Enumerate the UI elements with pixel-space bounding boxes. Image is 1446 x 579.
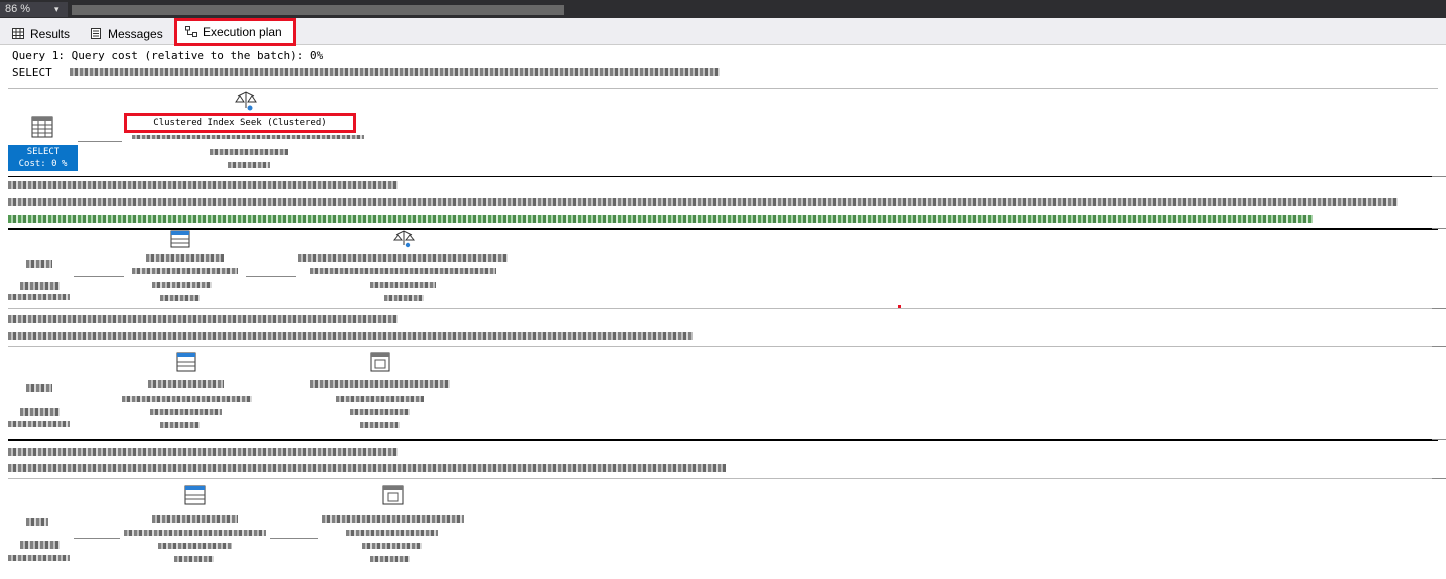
table-valued-function-icon bbox=[382, 485, 404, 505]
index-seek-icon bbox=[235, 91, 257, 111]
q2-table-insert-label-redacted bbox=[146, 254, 224, 262]
q4-insert-cost-redacted bbox=[8, 555, 70, 561]
scroll-mark bbox=[1432, 478, 1446, 479]
clustered-index-seek-node[interactable]: Clustered Index Seek (Clustered) bbox=[124, 113, 356, 133]
plan-connector bbox=[246, 276, 296, 277]
query4-separator bbox=[8, 439, 1438, 441]
table-valued-function-icon bbox=[370, 352, 390, 372]
query3-header-redacted bbox=[8, 315, 398, 323]
scroll-mark bbox=[1432, 228, 1446, 229]
query3-plan-separator bbox=[8, 346, 1438, 347]
q2-insert-label-redacted bbox=[26, 260, 52, 268]
q3-tvf-object-redacted bbox=[336, 396, 424, 402]
q3-table-insert-time-redacted bbox=[160, 422, 200, 428]
horizontal-scrollbar[interactable] bbox=[72, 5, 564, 15]
select-node[interactable]: SELECT Cost: 0 % bbox=[8, 145, 78, 171]
q4-insert-sub-redacted bbox=[20, 541, 60, 549]
plan-connector bbox=[74, 538, 120, 539]
q4-table-insert-cost-redacted bbox=[158, 543, 232, 549]
select-node-cost: Cost: 0 % bbox=[18, 159, 68, 169]
tab-execution-plan-label: Execution plan bbox=[203, 25, 282, 39]
query3-sql-redacted bbox=[8, 332, 693, 340]
plan-connector bbox=[78, 141, 122, 142]
q2-index-seek-time-redacted bbox=[384, 295, 424, 301]
scroll-mark bbox=[1432, 346, 1446, 347]
zoom-dropdown[interactable]: 86 % ▾ bbox=[0, 2, 68, 17]
query1-sql-prefix: SELECT bbox=[12, 66, 52, 79]
zoom-value: 86 % bbox=[5, 3, 31, 15]
tab-execution-plan[interactable]: Execution plan bbox=[174, 18, 296, 46]
query2-missing-index-redacted bbox=[8, 215, 1313, 223]
q3-tvf-label-redacted bbox=[310, 380, 450, 388]
q2-insert-cost-redacted bbox=[8, 294, 70, 300]
q4-tvf-time-redacted bbox=[370, 556, 410, 562]
q4-tvf-object-redacted bbox=[346, 530, 438, 536]
query4-header-redacted bbox=[8, 448, 398, 456]
scroll-mark bbox=[1432, 176, 1446, 177]
query2-separator bbox=[8, 176, 1438, 177]
q2-table-insert-object-redacted bbox=[132, 268, 238, 274]
q2-index-seek-label-redacted bbox=[298, 254, 508, 262]
q4-insert-label-redacted bbox=[26, 518, 48, 526]
q2-index-seek-cost-redacted bbox=[370, 282, 436, 288]
grid-icon bbox=[12, 28, 24, 39]
q3-insert-label-redacted bbox=[26, 384, 52, 392]
q3-table-insert-cost-redacted bbox=[150, 409, 222, 415]
tab-results-label: Results bbox=[30, 27, 71, 41]
table-insert-icon bbox=[184, 485, 206, 505]
seek-time-redacted bbox=[228, 162, 270, 168]
clustered-index-seek-label: Clustered Index Seek (Clustered) bbox=[153, 118, 327, 128]
q3-tvf-cost-redacted bbox=[350, 409, 410, 415]
q3-insert-cost-redacted bbox=[8, 421, 70, 427]
q4-table-insert-time-redacted bbox=[174, 556, 214, 562]
select-operator-icon bbox=[31, 116, 53, 138]
table-insert-icon bbox=[170, 230, 190, 248]
q3-tvf-time-redacted bbox=[360, 422, 400, 428]
plan-connector bbox=[74, 276, 124, 277]
query4-sql-redacted bbox=[8, 464, 726, 472]
query4-plan-separator bbox=[8, 478, 1438, 479]
q2-table-insert-cost-redacted bbox=[152, 282, 212, 288]
table-insert-icon bbox=[176, 352, 196, 372]
chevron-down-icon: ▾ bbox=[54, 4, 59, 14]
q4-table-insert-object-redacted bbox=[124, 530, 266, 536]
q3-insert-sub-redacted bbox=[20, 408, 60, 416]
seek-object-redacted bbox=[132, 135, 364, 139]
query3-separator bbox=[8, 308, 1438, 309]
q2-insert-sub-redacted bbox=[20, 282, 60, 290]
select-node-label: SELECT bbox=[26, 147, 60, 157]
query1-header: Query 1: Query cost (relative to the bat… bbox=[12, 49, 324, 62]
query2-plan-separator bbox=[8, 228, 1438, 230]
messages-icon bbox=[91, 28, 101, 39]
scroll-mark bbox=[1432, 439, 1446, 440]
tab-messages-label: Messages bbox=[108, 27, 163, 41]
index-seek-icon bbox=[392, 230, 416, 248]
tab-results[interactable]: Results bbox=[12, 24, 70, 44]
seek-cost-redacted bbox=[210, 149, 288, 155]
execution-plan-icon bbox=[185, 26, 197, 37]
query1-separator bbox=[8, 88, 1438, 89]
q4-tvf-cost-redacted bbox=[362, 543, 422, 549]
scroll-mark bbox=[1432, 308, 1446, 309]
q3-table-insert-object-redacted bbox=[122, 396, 252, 402]
query2-sql-redacted bbox=[8, 198, 1398, 206]
tab-messages[interactable]: Messages bbox=[90, 24, 163, 44]
q4-tvf-label-redacted bbox=[322, 515, 464, 523]
query1-sql-redacted bbox=[70, 68, 720, 76]
q4-table-insert-label-redacted bbox=[152, 515, 238, 523]
plan-connector bbox=[270, 538, 318, 539]
query2-header-redacted bbox=[8, 181, 398, 189]
q2-table-insert-time-redacted bbox=[160, 295, 200, 301]
q2-index-seek-object-redacted bbox=[310, 268, 496, 274]
q3-table-insert-label-redacted bbox=[148, 380, 224, 388]
